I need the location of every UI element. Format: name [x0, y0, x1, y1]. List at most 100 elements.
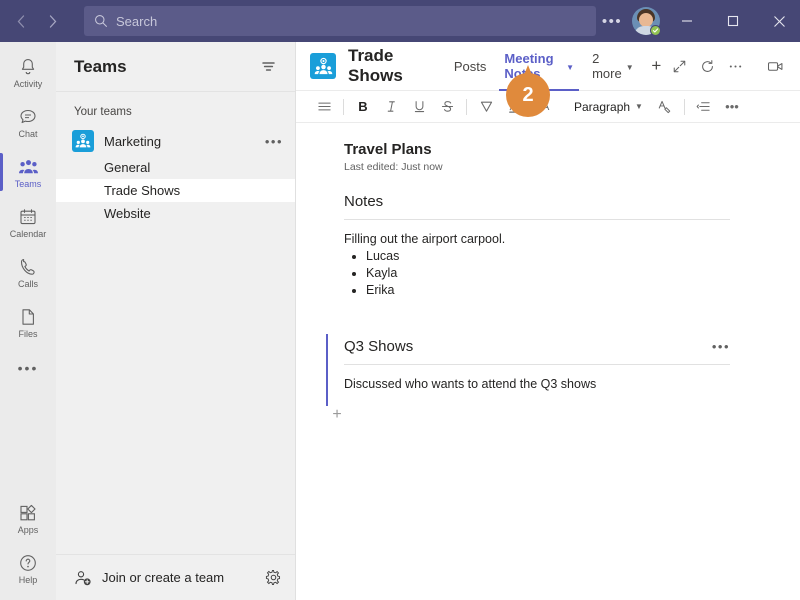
back-button[interactable]	[6, 6, 36, 36]
list-indent-icon[interactable]	[690, 93, 718, 121]
tab-more[interactable]: 2 more ▼	[583, 42, 643, 91]
team-row-marketing[interactable]: Marketing •••	[56, 126, 295, 156]
add-block-button[interactable]: +	[326, 404, 348, 426]
editor-toolbar: B Paragraph ▼ ••• 2	[296, 65, 800, 123]
section-body[interactable]: Discussed who wants to attend the Q3 sho…	[344, 365, 730, 392]
toolbar-more-button[interactable]: •••	[718, 93, 746, 121]
callout-badge-2: 2	[506, 65, 550, 117]
channel-header-actions	[666, 53, 788, 79]
team-avatar-icon	[310, 53, 336, 79]
close-button[interactable]	[756, 0, 800, 42]
sidebar-item-website[interactable]: Website	[56, 202, 295, 225]
sidebar-item-chat[interactable]: Chat	[0, 98, 56, 146]
bold-icon[interactable]: B	[349, 93, 377, 121]
app-body: Activity Chat Teams Calendar Calls Files…	[0, 42, 800, 600]
filter-icon[interactable]	[255, 54, 281, 80]
maximize-icon	[727, 15, 739, 27]
chevron-right-icon	[49, 14, 57, 28]
paragraph-style-label: Paragraph	[574, 99, 631, 114]
document-section-notes[interactable]: Notes Filling out the airport carpool. L…	[344, 193, 730, 298]
avatar-face	[639, 13, 653, 27]
section-header: Notes	[344, 193, 730, 210]
clear-formatting-icon[interactable]	[651, 93, 679, 121]
list-item: Lucas	[366, 248, 730, 264]
teams-panel: Teams Your teams Marketing ••• General T…	[56, 42, 296, 600]
sidebar-item-label: Teams	[14, 178, 42, 189]
format-lines-icon[interactable]	[310, 93, 338, 121]
sidebar-item-files[interactable]: Files	[0, 298, 56, 346]
paragraph-style-dropdown[interactable]: Paragraph ▼	[566, 94, 651, 120]
sidebar-item-calendar[interactable]: Calendar	[0, 198, 56, 246]
titlebar-more-button[interactable]: •••	[596, 0, 628, 42]
search-placeholder-text: Search	[116, 13, 158, 29]
list-item: Erika	[366, 282, 730, 298]
app-rail: Activity Chat Teams Calendar Calls Files…	[0, 42, 56, 600]
team-avatar-icon	[72, 130, 94, 152]
add-tab-button[interactable]: +	[647, 42, 666, 91]
callout-badge-number: 2	[506, 73, 550, 117]
sidebar-item-help[interactable]: Help	[0, 544, 56, 592]
toolbar-divider	[683, 98, 685, 115]
strikethrough-icon[interactable]	[433, 93, 461, 121]
sidebar-item-apps[interactable]: Apps	[0, 494, 56, 542]
toolbar-divider	[466, 98, 467, 115]
tab-label: 2 more	[592, 51, 622, 81]
meeting-notes-document[interactable]: Travel Plans Last edited: Just now Notes…	[296, 123, 800, 600]
chevron-left-icon	[17, 14, 25, 28]
sidebar-item-general[interactable]: General	[56, 156, 295, 179]
apps-icon	[17, 502, 39, 524]
your-teams-label: Your teams	[74, 106, 132, 118]
file-icon	[17, 306, 39, 328]
sidebar-item-label: Calls	[17, 278, 38, 289]
avatar-button[interactable]	[628, 0, 664, 42]
sidebar-item-label: Files	[18, 328, 38, 339]
bullet-list: Lucas Kayla Erika	[366, 248, 730, 298]
sidebar-more-apps-button[interactable]: •••	[0, 348, 56, 388]
bell-icon	[17, 56, 39, 78]
gear-icon[interactable]	[263, 568, 283, 588]
sidebar-item-label: Apps	[17, 524, 39, 535]
sidebar-item-activity[interactable]: Activity	[0, 48, 56, 96]
maximize-button[interactable]	[710, 0, 756, 42]
sidebar-item-teams[interactable]: Teams	[0, 148, 56, 196]
rail-bottom-group: Apps Help	[0, 494, 56, 600]
team-more-options-button[interactable]: •••	[265, 134, 283, 149]
sidebar-item-trade-shows[interactable]: Trade Shows	[56, 179, 295, 202]
titlebar-right-group: •••	[596, 0, 800, 42]
open-in-new-icon[interactable]	[666, 53, 692, 79]
sidebar-item-calls[interactable]: Calls	[0, 248, 56, 296]
section-more-options-button[interactable]: •••	[712, 339, 730, 354]
page-title: Teams	[74, 56, 127, 76]
chat-bubble-icon	[17, 106, 39, 128]
calendar-icon	[17, 206, 39, 228]
channel-tabs: Posts Meeting Notes ▼ 2 more ▼ +	[445, 42, 666, 91]
help-icon	[17, 552, 39, 574]
forward-button[interactable]	[38, 6, 68, 36]
main-content: Trade Shows Posts Meeting Notes ▼ 2 more…	[296, 42, 800, 600]
more-options-icon[interactable]	[722, 53, 748, 79]
section-heading: Q3 Shows	[344, 338, 414, 355]
chevron-down-icon: ▼	[625, 62, 634, 72]
underline-icon[interactable]	[405, 93, 433, 121]
document-inner: Travel Plans Last edited: Just now Notes…	[296, 141, 800, 426]
check-icon	[652, 28, 659, 33]
document-section-q3-shows[interactable]: Q3 Shows ••• Discussed who wants to atte…	[326, 334, 730, 406]
video-camera-icon[interactable]	[762, 53, 788, 79]
teams-panel-header: Teams	[56, 42, 295, 92]
italic-icon[interactable]	[377, 93, 405, 121]
tab-posts[interactable]: Posts	[445, 42, 496, 91]
minimize-button[interactable]	[664, 0, 710, 42]
title-bar: Search •••	[0, 0, 800, 42]
section-paragraph: Filling out the airport carpool.	[344, 232, 506, 246]
navigation-arrows	[0, 6, 68, 36]
status-badge	[650, 25, 661, 36]
sidebar-item-label: Activity	[13, 78, 43, 89]
section-heading: Notes	[344, 193, 384, 210]
join-or-create-team-row[interactable]: Join or create a team	[56, 554, 295, 600]
document-title: Travel Plans	[344, 141, 432, 158]
phone-icon	[17, 256, 39, 278]
refresh-icon[interactable]	[694, 53, 720, 79]
search-input[interactable]: Search	[84, 6, 596, 36]
highlight-icon[interactable]	[472, 93, 500, 121]
section-body[interactable]: Filling out the airport carpool. Lucas K…	[344, 220, 730, 298]
